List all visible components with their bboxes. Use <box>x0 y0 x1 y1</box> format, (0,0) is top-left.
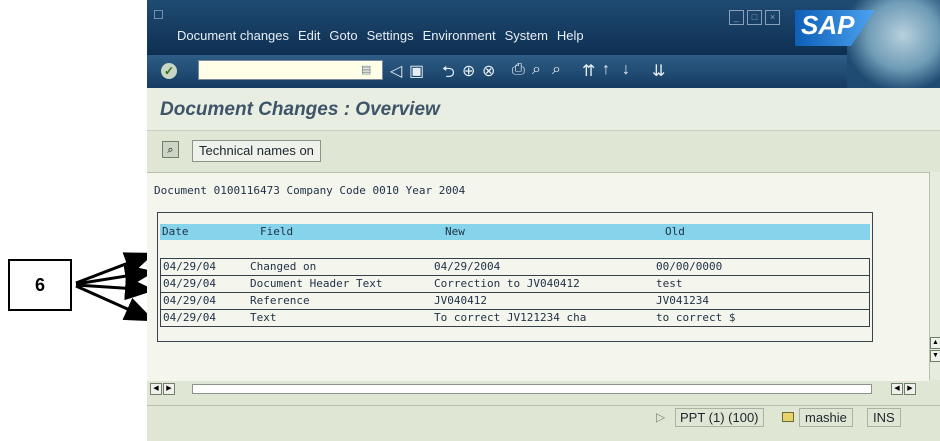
cancel-icon[interactable]: ⊗ <box>482 61 495 81</box>
table-header: Date Field New Old <box>160 224 870 240</box>
next-page-icon[interactable]: ↓ <box>622 61 630 79</box>
table-row[interactable]: 04/29/04 Document Header Text Correction… <box>161 276 869 293</box>
status-bar: ▷ PPT (1) (100) mashie INS <box>147 405 940 430</box>
menu-goto[interactable]: Goto <box>329 28 357 43</box>
command-history-icon[interactable]: ▤ <box>361 63 371 76</box>
display-icon[interactable]: ⌕ <box>162 141 179 158</box>
status-mode: INS <box>867 408 901 427</box>
cell-new: To correct JV121234 cha <box>434 311 587 324</box>
system-menu-icon[interactable]: ☐ <box>153 8 164 22</box>
menu-environment[interactable]: Environment <box>423 28 496 43</box>
scroll-down-icon[interactable]: ▼ <box>930 350 940 362</box>
status-list-icon[interactable] <box>782 412 794 422</box>
cell-date: 04/29/04 <box>163 294 216 307</box>
sap-window: ☐ Document changes Edit Goto Settings En… <box>147 0 940 441</box>
save-icon[interactable]: ▣ <box>409 61 424 81</box>
table-row[interactable]: 04/29/04 Changed on 04/29/2004 00/00/000… <box>161 259 869 276</box>
scroll-up-icon[interactable]: ▲ <box>930 337 940 349</box>
exit-icon[interactable]: ⊕ <box>462 61 475 81</box>
print-icon[interactable]: ⎙ <box>512 61 525 79</box>
cell-old: JV041234 <box>656 294 709 307</box>
cell-new: Correction to JV040412 <box>434 277 580 290</box>
last-page-icon[interactable]: ⇊ <box>652 61 665 81</box>
menu-items: Document changes Edit Goto Settings Envi… <box>147 28 584 43</box>
cell-old: to correct $ <box>656 311 736 324</box>
table-row[interactable]: 04/29/04 Reference JV040412 JV041234 <box>161 293 869 310</box>
menu-help[interactable]: Help <box>557 28 584 43</box>
find-next-icon[interactable]: ⌕ <box>552 61 561 79</box>
scroll-left-icon[interactable]: ◀ <box>150 383 162 395</box>
first-page-icon[interactable]: ⇈ <box>582 61 595 81</box>
enter-icon[interactable]: ✓ <box>161 63 177 79</box>
scroll-right-icon[interactable]: ▶ <box>904 383 916 395</box>
status-user: mashie <box>799 408 853 427</box>
menu-edit[interactable]: Edit <box>298 28 320 43</box>
changes-table: Date Field New Old 04/29/04 Changed on 0… <box>157 212 873 342</box>
column-header-old[interactable]: Old <box>665 225 685 238</box>
column-header-date[interactable]: Date <box>162 225 189 238</box>
column-header-field[interactable]: Field <box>260 225 293 238</box>
cell-old: test <box>656 277 683 290</box>
application-toolbar: ⌕ Technical names on <box>147 131 940 171</box>
table-row[interactable]: 04/29/04 Text To correct JV121234 cha to… <box>161 310 869 327</box>
cell-new: JV040412 <box>434 294 487 307</box>
collapse-icon[interactable]: ◁ <box>390 61 402 81</box>
vertical-scrollbar[interactable]: ▲ ▼ <box>929 172 940 380</box>
scroll-left-icon[interactable]: ◀ <box>891 383 903 395</box>
scroll-track[interactable] <box>192 384 872 394</box>
status-system: PPT (1) (100) <box>675 408 764 427</box>
scroll-right-icon[interactable]: ▶ <box>163 383 175 395</box>
cell-new: 04/29/2004 <box>434 260 501 273</box>
document-info-line: Document 0100116473 Company Code 0010 Ye… <box>154 184 466 197</box>
cell-old: 00/00/0000 <box>656 260 723 273</box>
minimize-icon[interactable]: _ <box>729 10 744 25</box>
window-controls: _ □ × <box>729 10 783 25</box>
horizontal-scrollbar[interactable]: ◀ ▶ ◀ ▶ <box>147 382 929 396</box>
technical-names-button[interactable]: Technical names on <box>192 140 321 162</box>
close-icon[interactable]: × <box>765 10 780 25</box>
column-header-new[interactable]: New <box>445 225 465 238</box>
back-icon[interactable]: ⮌ <box>442 61 455 88</box>
callout-arrow-row-4 <box>75 284 155 322</box>
find-icon[interactable]: ⌕ <box>532 61 541 79</box>
standard-toolbar: ✓ ▤ ◁ ▣ ⮌ ⊕ ⊗ ⎙ ⌕ ⌕ ⇈ ↑ ↓ ⇊ <box>147 55 847 88</box>
content-area: Document 0100116473 Company Code 0010 Ye… <box>147 172 929 381</box>
cell-date: 04/29/04 <box>163 311 216 324</box>
cell-field: Reference <box>250 294 310 307</box>
title-area: Document Changes : Overview <box>147 88 940 131</box>
table-body: 04/29/04 Changed on 04/29/2004 00/00/000… <box>160 258 870 327</box>
cell-date: 04/29/04 <box>163 260 216 273</box>
callout-arrow-row-3 <box>75 276 155 301</box>
cell-field: Document Header Text <box>250 277 383 290</box>
command-field[interactable] <box>198 60 383 80</box>
cell-field: Text <box>250 311 277 324</box>
previous-page-icon[interactable]: ↑ <box>602 61 610 79</box>
menu-system[interactable]: System <box>505 28 548 43</box>
menu-settings[interactable]: Settings <box>367 28 414 43</box>
cell-field: Changed on <box>250 260 317 273</box>
status-expand-icon[interactable]: ▷ <box>656 410 665 424</box>
menu-document-changes[interactable]: Document changes <box>177 28 289 43</box>
maximize-icon[interactable]: □ <box>747 10 762 25</box>
page-title: Document Changes : Overview <box>160 99 440 120</box>
cell-date: 04/29/04 <box>163 277 216 290</box>
